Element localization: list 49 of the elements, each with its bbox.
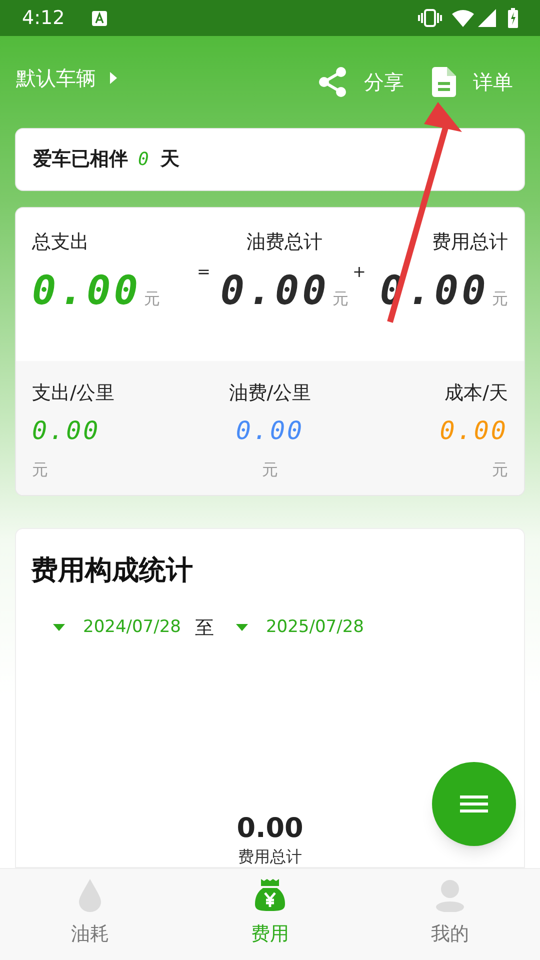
share-button[interactable]: 分享 xyxy=(319,67,404,97)
nav-tab[interactable]: 费用 xyxy=(180,869,360,960)
currency-unit: 元 xyxy=(144,288,160,310)
operator-sign: + xyxy=(352,261,366,280)
vibrate-icon xyxy=(418,9,442,27)
rate-label: 支出/公里 xyxy=(32,381,114,406)
days-value: 0 xyxy=(138,148,150,172)
start-date-picker[interactable]: 2024/07/28 xyxy=(53,615,181,640)
caret-down-icon xyxy=(53,624,65,632)
document-icon xyxy=(432,67,456,97)
battery-charging-icon xyxy=(508,8,518,28)
share-icon xyxy=(319,67,347,97)
drop-icon xyxy=(78,878,102,912)
currency-unit: 元 xyxy=(32,458,48,480)
chart-total-label: 费用总计 xyxy=(238,846,302,868)
person-icon xyxy=(436,880,464,912)
total-label: 费用总计 xyxy=(432,230,508,255)
currency-unit: 元 xyxy=(332,288,349,310)
stats-title: 费用构成统计 xyxy=(31,554,194,588)
status-time: 4:12 xyxy=(22,6,65,31)
money-bag-icon xyxy=(255,878,285,912)
total-value: 0.00 xyxy=(220,268,330,312)
rate-value: 0.00 xyxy=(32,416,100,446)
rate-label: 油费/公里 xyxy=(228,381,312,406)
operator-sign: = xyxy=(197,261,210,280)
companion-text: 爱车已相伴 xyxy=(33,147,128,172)
currency-unit: 元 xyxy=(492,458,508,480)
caret-down-icon xyxy=(236,624,248,632)
total-value: 0.00 xyxy=(32,268,142,312)
total-label: 总支出 xyxy=(32,230,89,255)
currency-unit: 元 xyxy=(262,458,278,480)
date-separator: 至 xyxy=(194,616,214,640)
chart-total-value: 0.00 xyxy=(236,813,304,845)
signal-icon xyxy=(478,9,496,27)
rate-value: 0.00 xyxy=(236,416,304,446)
rate-value: 0.00 xyxy=(440,416,508,446)
rate-label: 成本/天 xyxy=(444,381,508,406)
total-label: 油费总计 xyxy=(246,230,322,255)
end-date-picker[interactable]: 2025/07/28 xyxy=(236,615,364,640)
vehicle-selector[interactable]: 默认车辆 xyxy=(16,63,117,93)
keyboard-notification-icon xyxy=(92,10,107,26)
detail-button[interactable]: 详单 xyxy=(432,67,513,97)
nav-tab[interactable]: 油耗 xyxy=(0,869,180,960)
currency-unit: 元 xyxy=(492,288,508,310)
menu-icon xyxy=(460,795,488,813)
caret-icon xyxy=(110,72,117,84)
days-unit: 天 xyxy=(160,147,180,172)
wifi-icon xyxy=(452,10,474,26)
nav-tab[interactable]: 我的 xyxy=(360,869,540,960)
